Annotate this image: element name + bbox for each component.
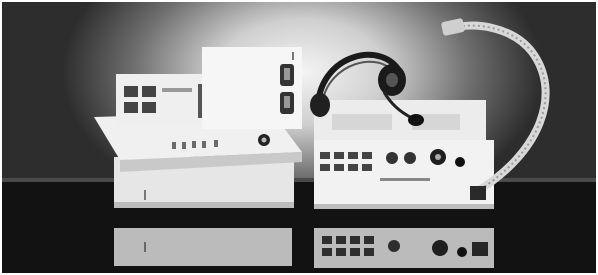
rack-panel-unit <box>202 47 302 129</box>
equipment-photo-illustration <box>2 18 596 273</box>
headset-earcup-left <box>310 93 330 117</box>
equipment-photo <box>2 2 596 273</box>
tabletop-edge-highlight <box>2 178 596 182</box>
headset-mic <box>408 114 424 126</box>
right-base-station <box>314 100 494 209</box>
tabletop <box>2 180 596 273</box>
station-unit <box>116 74 208 126</box>
